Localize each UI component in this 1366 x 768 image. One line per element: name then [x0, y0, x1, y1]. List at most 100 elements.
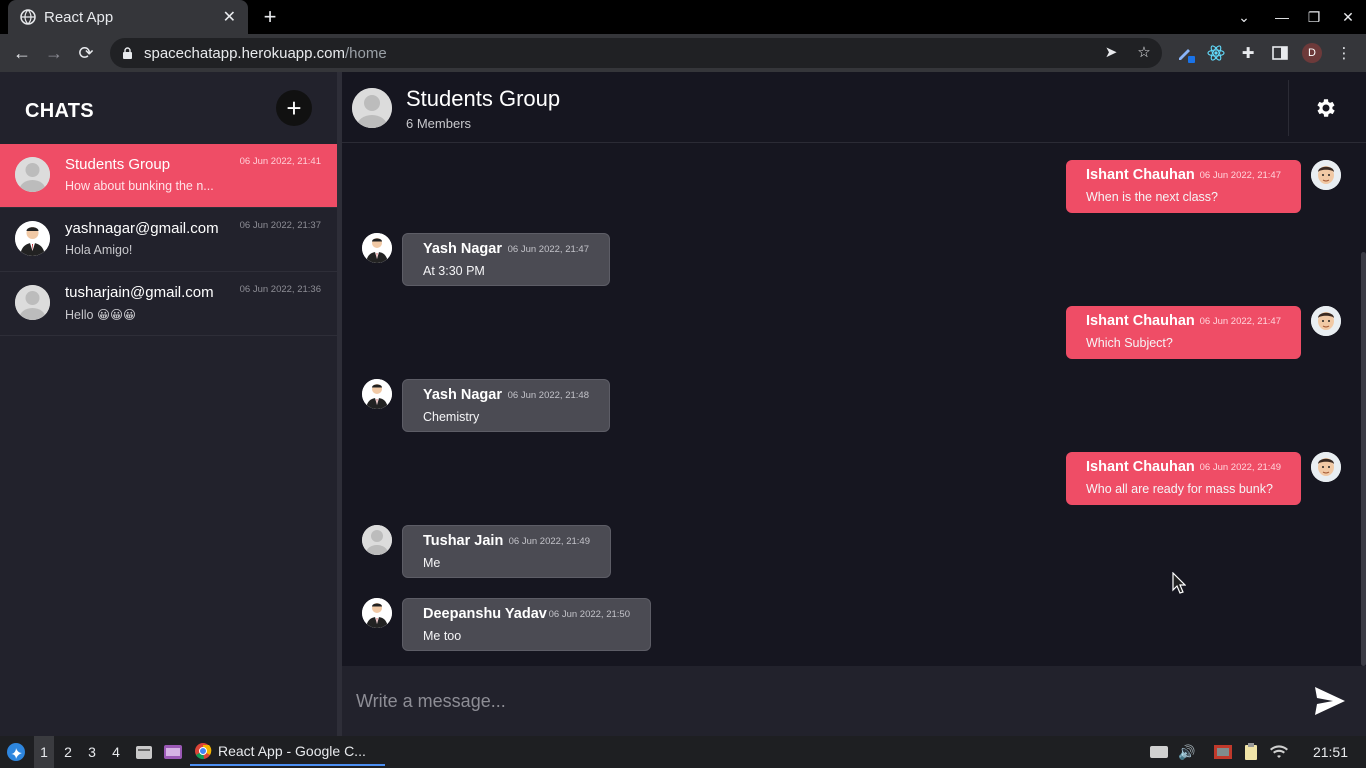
browser-tabstrip: React App ✕ + ⌄ — ❐ ✕ — [0, 0, 1366, 34]
workspace-2[interactable]: 2 — [58, 736, 78, 768]
forward-arrow-icon[interactable]: → — [42, 41, 66, 65]
message-sender: Deepanshu Yadav — [423, 606, 547, 622]
chat-item-tusharjain[interactable]: tusharjain@gmail.com Hello 😀😀😀 06 Jun 20… — [0, 272, 337, 336]
reload-icon[interactable]: ⟳ — [74, 41, 98, 65]
media-player-icon[interactable] — [162, 736, 184, 768]
extensions-puzzle-icon[interactable]: ✚ — [1238, 43, 1258, 63]
add-chat-button[interactable]: + — [276, 90, 312, 126]
message-time: 06 Jun 2022, 21:50 — [548, 609, 630, 620]
volume-icon[interactable]: 🔊 — [1176, 736, 1198, 768]
close-tab-icon[interactable]: ✕ — [223, 7, 236, 27]
chat-app: CHATS + Students Group How about bunking… — [0, 72, 1366, 736]
drive-icon[interactable] — [1148, 736, 1170, 768]
message-input[interactable] — [356, 684, 1296, 718]
chat-preview: Hello 😀😀😀 — [65, 308, 137, 322]
workspace-3[interactable]: 3 — [82, 736, 102, 768]
react-devtools-icon[interactable] — [1206, 43, 1226, 63]
chat-preview: How about bunking the n... — [65, 179, 214, 193]
os-taskbar: 1 2 3 4 React App - Google C... 🔊 21:51 — [0, 736, 1366, 768]
browser-toolbar: ← → ⟳ spacechatapp.herokuapp.com/home ➤ … — [0, 34, 1366, 72]
tab-search-icon[interactable]: ⌄ — [1228, 0, 1260, 34]
sidebar-title: CHATS — [25, 100, 94, 122]
bookmark-star-icon[interactable]: ☆ — [1133, 41, 1155, 63]
close-window-icon[interactable]: ✕ — [1332, 0, 1364, 34]
url-host: spacechatapp.herokuapp.com — [144, 44, 345, 62]
send-icon[interactable] — [1314, 686, 1346, 716]
message-list[interactable]: Ishant Chauhan 06 Jun 2022, 21:47 When i… — [342, 144, 1362, 666]
chat-name: yashnagar@gmail.com — [65, 220, 219, 237]
suit-avatar — [362, 598, 392, 628]
message-text: At 3:30 PM — [423, 264, 485, 278]
image-viewer-icon[interactable] — [1212, 736, 1234, 768]
message-sender: Yash Nagar — [423, 241, 502, 257]
message-bubble: Deepanshu Yadav 06 Jun 2022, 21:50 Me to… — [402, 598, 651, 651]
more-menu-icon[interactable]: ⋮ — [1334, 43, 1354, 63]
send-page-icon[interactable]: ➤ — [1100, 41, 1122, 63]
chat-name: tusharjain@gmail.com — [65, 284, 214, 301]
suit-avatar — [362, 233, 392, 263]
message-text: When is the next class? — [1086, 190, 1219, 204]
conversation-panel: Students Group 6 Members Ishant Chauhan … — [342, 72, 1366, 736]
message-scrollbar[interactable] — [1361, 252, 1366, 666]
wifi-icon[interactable] — [1268, 736, 1290, 768]
message-sender: Yash Nagar — [423, 387, 502, 403]
browser-tab[interactable]: React App ✕ — [8, 0, 248, 34]
start-menu-icon[interactable] — [4, 736, 28, 768]
message-time: 06 Jun 2022, 21:47 — [1199, 170, 1281, 181]
back-arrow-icon[interactable]: ← — [10, 41, 34, 65]
chat-sidebar: CHATS + Students Group How about bunking… — [0, 72, 337, 736]
chat-time: 06 Jun 2022, 21:37 — [239, 220, 321, 231]
minimize-icon[interactable]: — — [1266, 0, 1298, 34]
clipboard-icon[interactable] — [1240, 736, 1262, 768]
taskbar-window-chrome[interactable]: React App - Google C... — [190, 738, 385, 766]
message-time: 06 Jun 2022, 21:49 — [508, 536, 590, 547]
message-bubble: Tushar Jain 06 Jun 2022, 21:49 Me — [402, 525, 611, 578]
conversation-header: Students Group 6 Members — [342, 72, 1366, 143]
message-text: Who all are ready for mass bunk? — [1086, 482, 1273, 496]
mouse-cursor-icon — [1172, 571, 1187, 599]
conversation-title: Students Group — [406, 86, 561, 111]
restore-icon[interactable]: ❐ — [1298, 0, 1330, 34]
cartoon-avatar — [1311, 306, 1341, 336]
message-bubble: Ishant Chauhan 06 Jun 2022, 21:47 Which … — [1066, 306, 1301, 359]
tab-title: React App — [44, 8, 114, 26]
workspace-4[interactable]: 4 — [106, 736, 126, 768]
message-text: Me — [423, 556, 441, 570]
message-sender: Ishant Chauhan — [1086, 313, 1195, 329]
settings-gear-icon[interactable] — [1314, 96, 1338, 120]
default-avatar — [15, 157, 50, 192]
chat-preview: Hola Amigo! — [65, 243, 133, 257]
default-avatar — [15, 285, 50, 320]
message-bubble: Ishant Chauhan 06 Jun 2022, 21:49 Who al… — [1066, 452, 1301, 505]
new-tab-button[interactable]: + — [258, 4, 282, 29]
chat-item-students-group[interactable]: Students Group How about bunking the n..… — [0, 144, 337, 208]
extension-pen-icon[interactable] — [1176, 43, 1196, 63]
cartoon-avatar — [1311, 452, 1341, 482]
file-manager-icon[interactable] — [134, 736, 154, 768]
header-divider — [1288, 80, 1289, 136]
side-panel-icon[interactable] — [1270, 43, 1290, 63]
message-text: Which Subject? — [1086, 336, 1173, 350]
url-path: /home — [344, 44, 387, 62]
address-bar[interactable]: spacechatapp.herokuapp.com/home — [110, 38, 1162, 68]
suit-avatar — [362, 379, 392, 409]
group-avatar — [352, 88, 392, 128]
message-text: Chemistry — [423, 410, 480, 424]
chat-time: 06 Jun 2022, 21:36 — [239, 284, 321, 295]
chat-name: Students Group — [65, 156, 171, 173]
workspace-1[interactable]: 1 — [34, 736, 54, 768]
message-composer — [342, 666, 1366, 736]
profile-avatar[interactable]: D — [1302, 43, 1322, 63]
system-clock: 21:51 — [1312, 744, 1348, 760]
message-bubble: Yash Nagar 06 Jun 2022, 21:48 Chemistry — [402, 379, 610, 432]
message-sender: Ishant Chauhan — [1086, 459, 1195, 475]
message-sender: Ishant Chauhan — [1086, 167, 1195, 183]
default-avatar — [362, 525, 392, 555]
chat-item-yashnagar[interactable]: yashnagar@gmail.com Hola Amigo! 06 Jun 2… — [0, 208, 337, 272]
lock-icon — [122, 46, 136, 60]
taskbar-window-title: React App - Google C... — [218, 743, 366, 759]
sidebar-header: CHATS + — [0, 72, 337, 144]
message-time: 06 Jun 2022, 21:47 — [507, 244, 589, 255]
message-bubble: Yash Nagar 06 Jun 2022, 21:47 At 3:30 PM — [402, 233, 610, 286]
globe-icon — [20, 9, 36, 25]
